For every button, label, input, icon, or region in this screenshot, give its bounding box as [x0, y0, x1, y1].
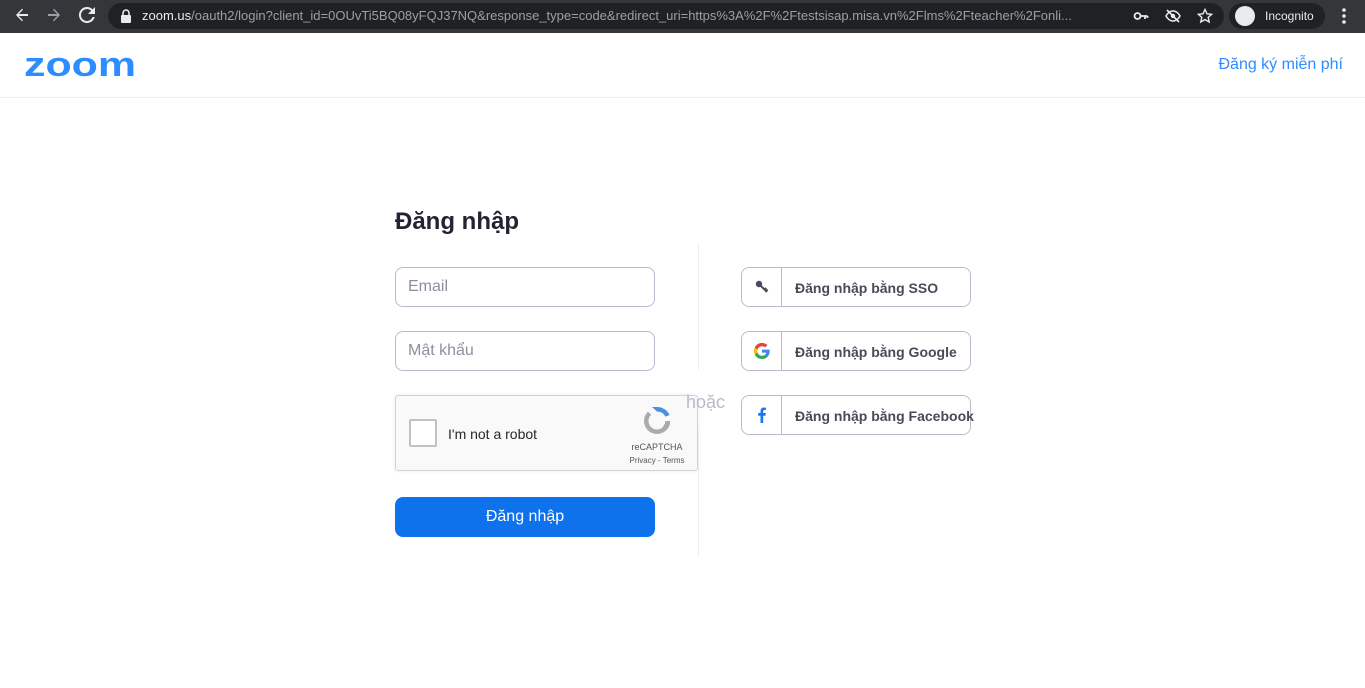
- eye-off-icon[interactable]: [1165, 8, 1181, 24]
- facebook-icon-cell: [742, 396, 782, 434]
- facebook-icon: [757, 407, 766, 423]
- recaptcha-icon: [644, 407, 670, 434]
- google-icon-cell: [742, 332, 782, 370]
- more-vert-icon[interactable]: [1337, 6, 1351, 26]
- sso-icon-cell: [742, 268, 782, 306]
- login-button[interactable]: Đăng nhập: [395, 497, 655, 537]
- google-login-button[interactable]: Đăng nhập bằng Google: [741, 331, 971, 371]
- signup-link[interactable]: Đăng ký miễn phí: [1218, 56, 1343, 74]
- facebook-login-button[interactable]: Đăng nhập bằng Facebook: [741, 395, 974, 435]
- sso-login-label: Đăng nhập bằng SSO: [795, 280, 939, 296]
- page-header: zoom Đăng ký miễn phí: [0, 33, 1365, 98]
- email-field[interactable]: [395, 267, 655, 307]
- incognito-icon: [1235, 6, 1255, 26]
- zoom-logo[interactable]: zoom: [24, 51, 136, 79]
- google-icon: [753, 343, 770, 359]
- forward-button[interactable]: [43, 4, 65, 26]
- password-field[interactable]: [395, 331, 655, 371]
- url-path: /oauth2/login?client_id=0OUvTi5BQ08yFQJ3…: [191, 8, 1072, 23]
- incognito-badge[interactable]: Incognito: [1229, 3, 1325, 29]
- address-bar[interactable]: zoom.us/oauth2/login?client_id=0OUvTi5BQ…: [108, 3, 1224, 29]
- url-host: zoom.us: [142, 8, 192, 23]
- arrow-left-icon: [16, 8, 28, 22]
- key-icon[interactable]: [1133, 8, 1149, 24]
- recaptcha-brand: reCAPTCHA: [631, 442, 683, 452]
- google-login-label: Đăng nhập bằng Google: [795, 344, 957, 360]
- recaptcha-widget: I'm not a robot reCAPTCHA Privacy - Term…: [395, 395, 698, 471]
- page-title: Đăng nhập: [395, 208, 519, 235]
- back-button[interactable]: [11, 4, 33, 26]
- key-icon: [755, 280, 768, 293]
- lock-icon: [121, 9, 131, 23]
- sso-login-button[interactable]: Đăng nhập bằng SSO: [741, 267, 971, 307]
- star-icon[interactable]: [1197, 8, 1213, 24]
- browser-toolbar: zoom.us/oauth2/login?client_id=0OUvTi5BQ…: [0, 0, 1365, 33]
- or-label: hoặc: [686, 392, 726, 412]
- recaptcha-links[interactable]: Privacy - Terms: [618, 456, 696, 465]
- reload-icon: [79, 7, 95, 23]
- url-text: zoom.us/oauth2/login?client_id=0OUvTi5BQ…: [142, 8, 1122, 23]
- recaptcha-label: I'm not a robot: [448, 426, 538, 442]
- reload-button[interactable]: [76, 4, 98, 26]
- logo-text: zoom: [24, 51, 136, 79]
- divider: [698, 430, 699, 556]
- arrow-right-icon: [48, 8, 60, 22]
- incognito-label: Incognito: [1265, 9, 1314, 23]
- facebook-login-label: Đăng nhập bằng Facebook: [795, 408, 974, 424]
- recaptcha-checkbox[interactable]: [409, 419, 437, 447]
- divider: [698, 243, 699, 370]
